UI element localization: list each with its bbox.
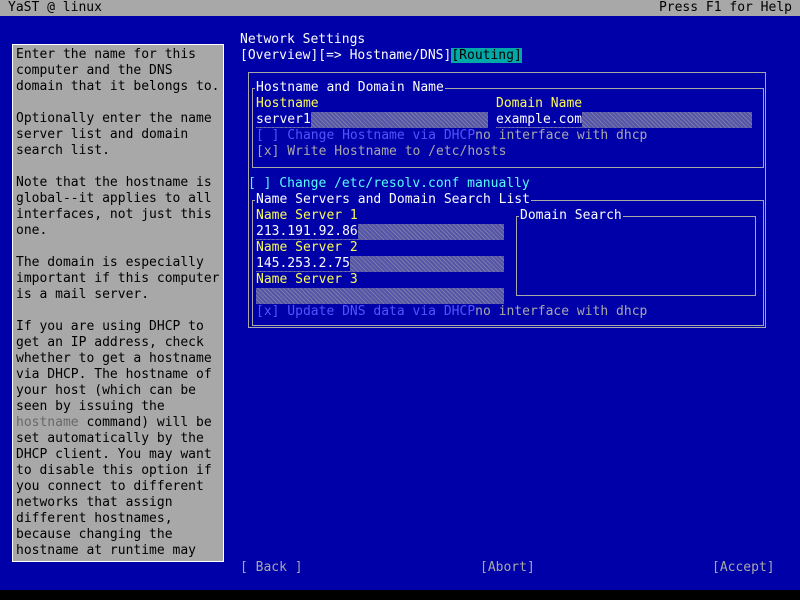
domain-name-label: Domain Name — [496, 96, 583, 111]
change-hostname-dhcp-checkbox[interactable]: [ ] Change Hostname via DHCP — [256, 128, 475, 143]
hostname-label: Hostname — [256, 96, 319, 111]
hostname-frame-legend: Hostname and Domain Name — [255, 80, 445, 96]
tab-overview[interactable]: [Overview] — [240, 48, 318, 63]
help-command: hostname — [16, 415, 79, 430]
bottom-border — [0, 590, 800, 600]
change-hostname-dhcp-note: no interface with dhcp — [475, 128, 648, 143]
hostname-input[interactable]: server1 — [256, 112, 488, 128]
update-dns-dhcp-note: no interface with dhcp — [475, 304, 648, 319]
help-paragraph-dhcp: If you are using DHCP to get an IP addre… — [16, 319, 222, 559]
update-dns-dhcp-row: [x] Update DNS data via DHCPno interface… — [256, 304, 647, 320]
help-panel[interactable]: Enter the name for this computer and the… — [12, 44, 224, 562]
accept-button[interactable]: [Accept] — [712, 560, 775, 576]
dns-frame-legend: Name Servers and Domain Search List — [255, 192, 531, 208]
help-hint: Press F1 for Help — [658, 0, 792, 15]
name-server-3-input[interactable] — [256, 288, 504, 304]
change-hostname-dhcp-row: [ ] Change Hostname via DHCPno interface… — [256, 128, 647, 144]
help-paragraph: Note that the hostname is global--it app… — [16, 175, 212, 238]
name-server-1-label: Name Server 1 — [256, 208, 358, 223]
resolv-conf-manual-checkbox[interactable]: [ ] Change /etc/resolv.conf manually — [248, 176, 530, 192]
title-bar: YaST @ linux Press F1 for Help — [0, 0, 800, 16]
help-paragraph: Optionally enter the name server list an… — [16, 111, 212, 158]
help-paragraph: The domain is especially important if th… — [16, 255, 220, 302]
domain-name-input[interactable]: example.com — [496, 112, 752, 128]
domain-search-label: Domain Search — [519, 208, 623, 224]
abort-button[interactable]: [Abort] — [480, 560, 535, 576]
write-hostname-hosts-checkbox[interactable]: [x] Write Hostname to /etc/hosts — [256, 144, 506, 160]
domain-name-value: example.com — [496, 112, 583, 127]
hostname-value: server1 — [256, 112, 311, 127]
tab-bar: [Overview][=> Hostname/DNS][Routing] — [240, 48, 522, 64]
help-text: If you are using DHCP to get an IP addre… — [16, 319, 212, 414]
name-server-2-value: 145.253.2.75 — [256, 256, 350, 271]
tab-hostname-dns[interactable]: [=> Hostname/DNS] — [318, 48, 451, 63]
domain-search-box[interactable] — [516, 216, 756, 296]
dialog-title: Network Settings — [240, 32, 366, 47]
name-server-1-value: 213.191.92.86 — [256, 224, 358, 239]
name-server-3-label: Name Server 3 — [256, 272, 358, 287]
tab-routing[interactable]: [Routing] — [451, 48, 522, 63]
name-server-2-input[interactable]: 145.253.2.75 — [256, 256, 504, 272]
name-server-1-input[interactable]: 213.191.92.86 — [256, 224, 504, 240]
update-dns-dhcp-checkbox[interactable]: [x] Update DNS data via DHCP — [256, 304, 475, 319]
help-paragraph: Enter the name for this computer and the… — [16, 47, 220, 94]
app-title: YaST @ linux — [8, 0, 102, 15]
help-text: command) will be set automatically by th… — [16, 415, 212, 558]
back-button[interactable]: [ Back ] — [240, 560, 303, 576]
name-server-2-label: Name Server 2 — [256, 240, 358, 255]
